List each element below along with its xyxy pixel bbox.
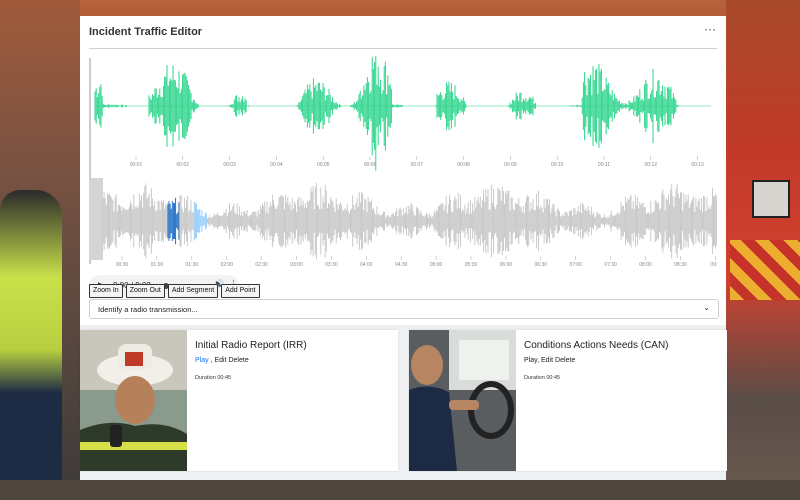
card-duration: Duration 00:45 bbox=[195, 375, 232, 381]
card-delete-link[interactable]: Delete bbox=[555, 357, 575, 364]
panel-title: Incident Traffic Editor bbox=[89, 26, 203, 38]
zoom-start-marker bbox=[89, 178, 103, 260]
more-horizontal-icon[interactable]: ··· bbox=[704, 22, 716, 36]
header-divider bbox=[89, 48, 717, 49]
overview-tick-label: 00:04 bbox=[270, 162, 283, 168]
transmission-card: Initial Radio Report (IRR) Play , Edit D… bbox=[80, 330, 398, 471]
zoom-tick-label: 05:00 bbox=[430, 262, 443, 266]
zoom-tick-label: 08:30 bbox=[674, 262, 687, 266]
overview-tick-label: 00:11 bbox=[598, 162, 610, 168]
overview-waveform[interactable] bbox=[94, 56, 711, 171]
card-play-link[interactable]: Play bbox=[524, 357, 537, 364]
panel-header: Incident Traffic Editor ··· bbox=[80, 16, 726, 50]
zoom-time-axis: 00:30 01:00 01:30 02:00 02:30 03:00 03:30 04:00… bbox=[116, 256, 717, 266]
background-flag bbox=[752, 180, 790, 218]
zoom-in-button[interactable]: Zoom In bbox=[89, 284, 123, 298]
waveform-svg[interactable]: 00:01 00:02 00:03 00:04 00:05 00:06 00:07 00:08… bbox=[89, 56, 717, 266]
zoom-tick-label: 07:00 bbox=[569, 262, 582, 266]
zoom-tick-label: 02:30 bbox=[255, 262, 268, 266]
zoom-tick-label: 04:00 bbox=[360, 262, 373, 266]
zoom-tick-label: 03:00 bbox=[290, 262, 303, 266]
overview-time-axis: 00:01 00:02 00:03 00:04 00:05 00:06 00:07 00:08… bbox=[130, 156, 704, 168]
overview-tick-label: 00:03 bbox=[223, 162, 236, 168]
card-thumbnail-firefighter bbox=[80, 330, 187, 471]
background-truck-stripe bbox=[730, 240, 800, 300]
zoom-tick-label: 01:30 bbox=[186, 262, 199, 266]
select-value: Identify a radio transmission... bbox=[98, 305, 198, 314]
card-title: Initial Radio Report (IRR) bbox=[195, 340, 307, 351]
overview-tick-label: 00:06 bbox=[364, 162, 377, 168]
card-title: Conditions Actions Needs (CAN) bbox=[524, 340, 669, 351]
overview-tick-label: 00:09 bbox=[504, 162, 517, 168]
waveform-area[interactable]: 00:01 00:02 00:03 00:04 00:05 00:06 00:07 00:08… bbox=[89, 56, 717, 266]
card-actions: Play , Edit Delete bbox=[195, 357, 249, 364]
card-thumbnail-driver bbox=[409, 330, 516, 471]
add-point-button[interactable]: Add Point bbox=[221, 284, 260, 298]
card-edit-link[interactable]: Edit bbox=[541, 357, 553, 364]
zoom-waveform[interactable] bbox=[89, 178, 717, 260]
zoom-out-button[interactable]: Zoom Out bbox=[125, 284, 165, 298]
zoom-tick-label: 06:00 bbox=[500, 262, 513, 266]
overview-tick-label: 00:13 bbox=[691, 162, 704, 168]
transmission-card: Conditions Actions Needs (CAN) Play, Edi… bbox=[409, 330, 727, 471]
editor-toolbar: Zoom In Zoom Out Add Segment Add Point bbox=[89, 284, 263, 298]
background-firefighter bbox=[0, 190, 62, 480]
zoom-tick-label: 05:30 bbox=[465, 262, 478, 266]
zoom-tick-label: 09:0 bbox=[710, 262, 717, 266]
overview-tick-label: 00:01 bbox=[130, 162, 143, 168]
card-edit-link[interactable]: Edit bbox=[214, 357, 226, 364]
zoom-tick-label: 02:00 bbox=[220, 262, 233, 266]
overview-tick-label: 00:05 bbox=[317, 162, 330, 168]
overview-tick-label: 00:07 bbox=[411, 162, 424, 168]
card-actions: Play, Edit Delete bbox=[524, 357, 575, 364]
zoom-tick-label: 06:30 bbox=[535, 262, 548, 266]
radio-transmission-select[interactable]: Identify a radio transmission... ⌄ bbox=[89, 299, 719, 319]
overview-tick-label: 00:02 bbox=[177, 162, 190, 168]
overview-tick-label: 00:12 bbox=[645, 162, 658, 168]
overview-wave-path bbox=[94, 56, 679, 171]
incident-traffic-editor-panel: Incident Traffic Editor ··· 00:01 00:02 00… bbox=[80, 16, 727, 480]
card-duration: Duration 00:45 bbox=[524, 375, 561, 381]
chevron-down-icon: ⌄ bbox=[703, 303, 710, 312]
zoom-tick-label: 08:00 bbox=[639, 262, 652, 266]
overview-tick-label: 00:08 bbox=[457, 162, 470, 168]
card-delete-link[interactable]: Delete bbox=[228, 357, 248, 364]
zoom-tick-label: 01:00 bbox=[151, 262, 164, 266]
zoom-tick-label: 00:30 bbox=[116, 262, 129, 266]
segment-can-path[interactable] bbox=[193, 201, 207, 241]
segment-irr-path[interactable] bbox=[167, 197, 180, 245]
zoom-tick-label: 03:30 bbox=[325, 262, 338, 266]
card-play-link[interactable]: Play bbox=[195, 357, 209, 364]
add-segment-button[interactable]: Add Segment bbox=[167, 284, 219, 298]
overview-tick-label: 00:10 bbox=[551, 162, 564, 168]
zoom-tick-label: 07:30 bbox=[604, 262, 617, 266]
zoom-tick-label: 04:30 bbox=[395, 262, 408, 266]
background-ground bbox=[0, 480, 800, 500]
